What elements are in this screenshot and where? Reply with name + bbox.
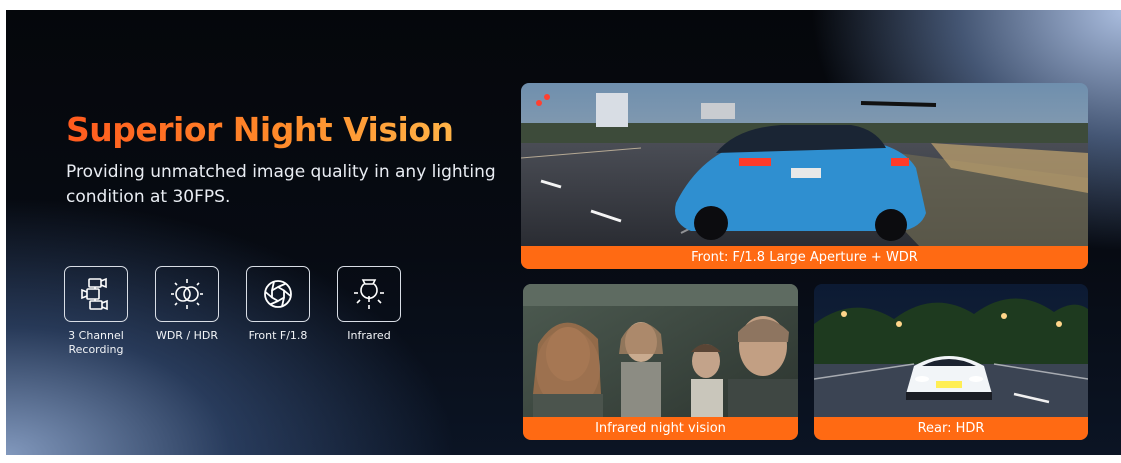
feature-front-aperture: Front F/1.8 bbox=[246, 266, 337, 357]
subtitle: Providing unmatched image quality in any… bbox=[66, 162, 496, 207]
feature-icon-box bbox=[337, 266, 401, 322]
feature-infrared: Infrared bbox=[337, 266, 428, 357]
feature-wdr-hdr: WDR / HDR bbox=[155, 266, 246, 357]
feature-three-channel: 3 Channel Recording bbox=[64, 266, 155, 357]
feature-label: Front F/1.8 bbox=[248, 329, 308, 342]
infrared-cabin-photo: Infrared night vision bbox=[523, 284, 798, 440]
feature-icon-box bbox=[64, 266, 128, 322]
wdr-hdr-icon bbox=[171, 279, 203, 309]
feature-list: 3 Channel Recording WDR / HDR Front F/1.… bbox=[64, 266, 428, 357]
rear-camera-photo: Rear: HDR bbox=[814, 284, 1088, 440]
infrared-bulb-icon bbox=[354, 279, 384, 309]
front-road-scene bbox=[521, 83, 1088, 269]
rear-photo-caption: Rear: HDR bbox=[814, 417, 1088, 440]
front-photo-caption: Front: F/1.8 Large Aperture + WDR bbox=[521, 246, 1088, 269]
promo-banner: Superior Night Vision Providing unmatche… bbox=[6, 10, 1121, 455]
aperture-icon bbox=[264, 280, 292, 308]
feature-label: 3 Channel Recording bbox=[68, 329, 124, 356]
feature-icon-box bbox=[246, 266, 310, 322]
cabin-photo-caption: Infrared night vision bbox=[523, 417, 798, 440]
feature-label: WDR / HDR bbox=[155, 329, 219, 342]
headline: Superior Night Vision bbox=[66, 110, 454, 149]
feature-icon-box bbox=[155, 266, 219, 322]
feature-label: Infrared bbox=[347, 329, 391, 342]
three-camera-icon bbox=[81, 277, 108, 311]
front-camera-photo: Front: F/1.8 Large Aperture + WDR bbox=[521, 83, 1088, 269]
